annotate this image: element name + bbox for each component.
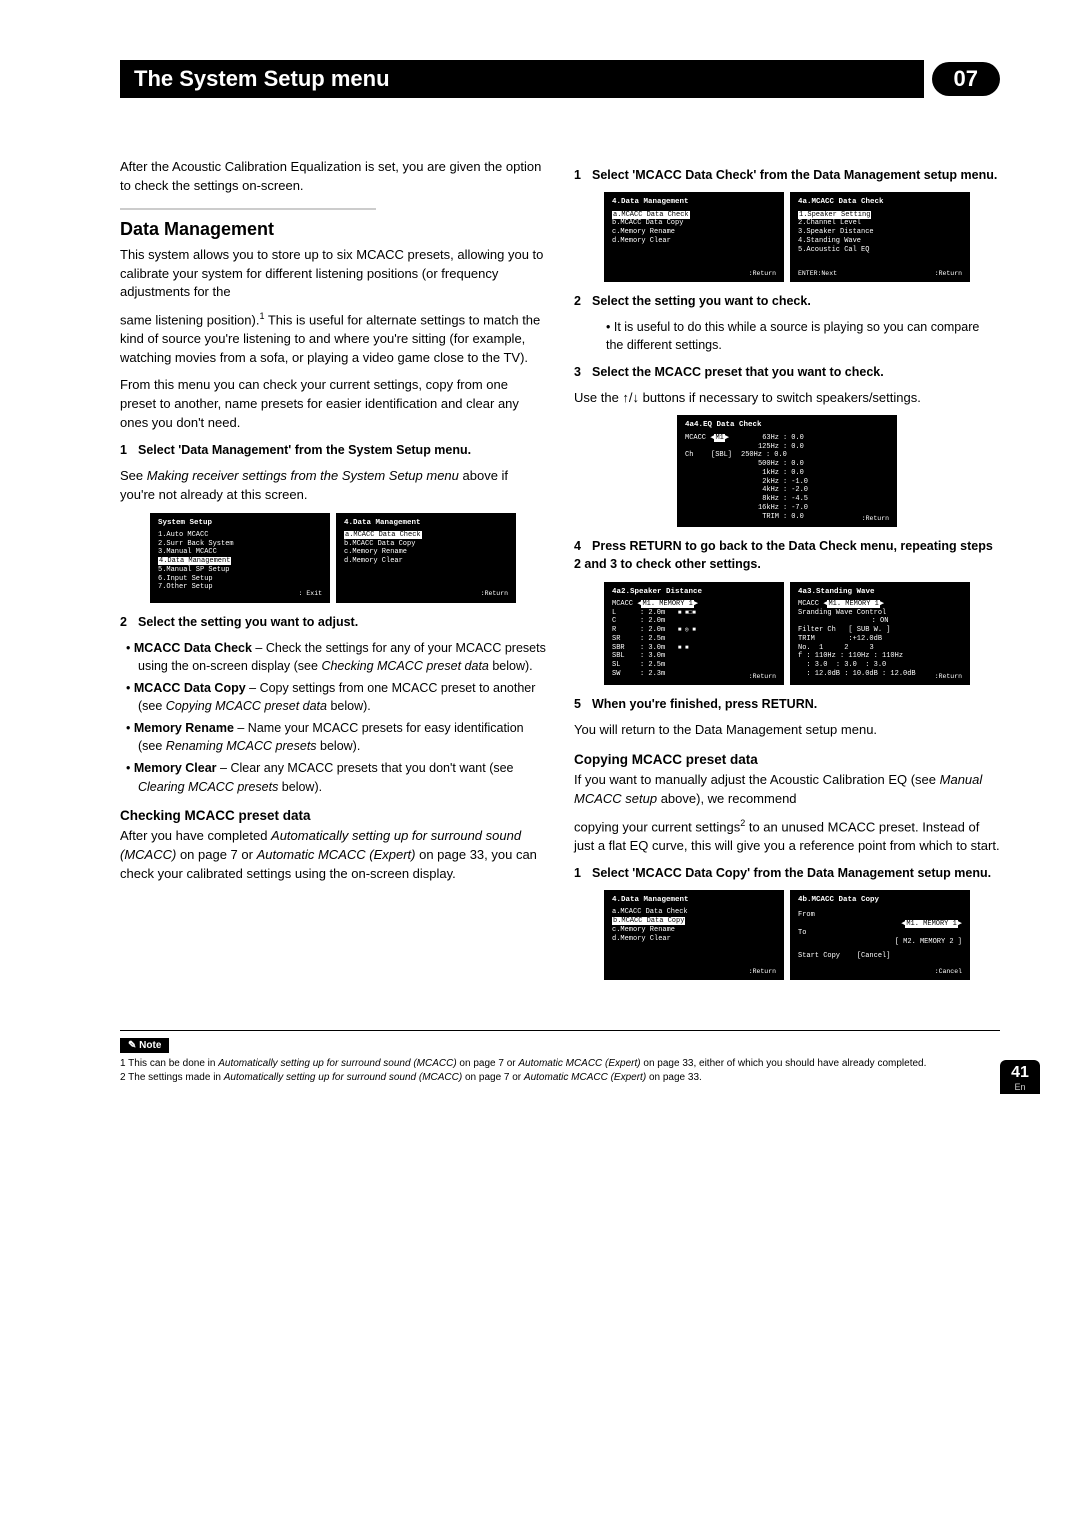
screen-pair-data-check: 4.Data Management a.MCACC Data Check b.M… — [574, 192, 1000, 282]
dm-step-1: 1Select 'Data Management' from the Syste… — [120, 441, 546, 459]
speaker-layout-icon: ■ ■□■ — [678, 609, 696, 617]
r-step-3: 3Select the MCACC preset that you want t… — [574, 363, 1000, 381]
screen-eq-single: 4a4.EQ Data Check MCACC ◀M1▶63Hz : 0.0 1… — [574, 415, 1000, 527]
r-step-2: 2Select the setting you want to check. — [574, 292, 1000, 310]
screen-eq-check: 4a4.EQ Data Check MCACC ◀M1▶63Hz : 0.0 1… — [677, 415, 897, 527]
page-number-box: 41 En — [1000, 1060, 1040, 1094]
dm-paragraph-1b: same listening position).1 This is usefu… — [120, 310, 546, 368]
bullet-data-copy: MCACC Data Copy – Copy settings from one… — [138, 679, 546, 715]
speaker-layout-icon: ■ ◎ ■ — [678, 626, 696, 634]
chapter-header: The System Setup menu 07 — [120, 60, 1000, 98]
dm-paragraph-2: From this menu you can check your curren… — [120, 376, 546, 433]
screen-standing-wave: 4a3.Standing Wave MCACC ◀M1. MEMORY 1▶ S… — [790, 582, 970, 685]
chapter-number-box: 07 — [932, 62, 1000, 96]
page-number: 41 — [1000, 1064, 1040, 1082]
dm-paragraph-1a: This system allows you to store up to si… — [120, 246, 546, 303]
footnote-2: 2 The settings made in Automatically set… — [120, 1071, 1000, 1085]
r-step-5: 5When you're finished, press RETURN. — [574, 695, 1000, 713]
copy-paragraph-1: If you want to manually adjust the Acous… — [574, 771, 1000, 809]
two-column-layout: After the Acoustic Calibration Equalizat… — [120, 158, 1000, 990]
r-step-3-sub: Use the buttons if necessary to switch s… — [574, 389, 1000, 408]
right-column: 1Select 'MCACC Data Check' from the Data… — [574, 158, 1000, 990]
screen-data-management-b: 4.Data Management a.MCACC Data Check b.M… — [604, 192, 784, 282]
footnotes: 1 This can be done in Automatically sett… — [120, 1057, 1000, 1084]
r-step-4: 4Press RETURN to go back to the Data Che… — [574, 537, 1000, 573]
screen-data-management-a: 4.Data Management a.MCACC Data Check b.M… — [336, 513, 516, 603]
dm-step-2: 2Select the setting you want to adjust. — [120, 613, 546, 631]
note-label: ✎ Note — [120, 1038, 169, 1053]
bullet-memory-clear: Memory Clear – Clear any MCACC presets t… — [138, 759, 546, 795]
r-step-1: 1Select 'MCACC Data Check' from the Data… — [574, 166, 1000, 184]
bullet-data-check: MCACC Data Check – Check the settings fo… — [138, 639, 546, 675]
speaker-layout-icon: ■ ■ — [678, 644, 689, 652]
r-step-2-sub: • It is useful to do this while a source… — [606, 318, 1000, 354]
copying-mcacc-heading: Copying MCACC preset data — [574, 750, 1000, 770]
screen-data-management-c: 4.Data Management a.MCACC Data Check b.M… — [604, 890, 784, 980]
footnote-1: 1 This can be done in Automatically sett… — [120, 1057, 1000, 1071]
left-column: After the Acoustic Calibration Equalizat… — [120, 158, 546, 990]
page-language: En — [1000, 1082, 1040, 1092]
screen-pair-spk-sw: 4a2.Speaker Distance MCACC ◀M1. MEMORY 1… — [574, 582, 1000, 685]
chapter-number: 07 — [954, 66, 978, 91]
copy-paragraph-2: copying your current settings2 to an unu… — [574, 817, 1000, 856]
section-divider — [120, 208, 376, 210]
note-icon: ✎ — [128, 1040, 139, 1051]
r-step-5-sub: You will return to the Data Management s… — [574, 721, 1000, 740]
copy-step-1: 1Select 'MCACC Data Copy' from the Data … — [574, 864, 1000, 882]
checking-mcacc-paragraph: After you have completed Automatically s… — [120, 827, 546, 884]
screen-pair-system-setup: System Setup 1.Auto MCACC 2.Surr Back Sy… — [120, 513, 546, 603]
chapter-title: The System Setup menu — [120, 60, 924, 98]
dm-step-1-sub: See Making receiver settings from the Sy… — [120, 467, 546, 505]
screen-data-check: 4a.MCACC Data Check 1.Speaker Setting 2.… — [790, 192, 970, 282]
screen-data-copy: 4b.MCACC Data Copy From ◀M1. MEMORY 1▶ T… — [790, 890, 970, 980]
footnote-separator — [120, 1030, 1000, 1031]
checking-mcacc-heading: Checking MCACC preset data — [120, 806, 546, 826]
up-down-arrow-icon — [622, 390, 639, 405]
data-management-heading: Data Management — [120, 216, 546, 242]
intro-paragraph: After the Acoustic Calibration Equalizat… — [120, 158, 546, 196]
screen-speaker-distance: 4a2.Speaker Distance MCACC ◀M1. MEMORY 1… — [604, 582, 784, 685]
bullet-memory-rename: Memory Rename – Name your MCACC presets … — [138, 719, 546, 755]
screen-system-setup: System Setup 1.Auto MCACC 2.Surr Back Sy… — [150, 513, 330, 603]
screen-pair-data-copy: 4.Data Management a.MCACC Data Check b.M… — [574, 890, 1000, 980]
